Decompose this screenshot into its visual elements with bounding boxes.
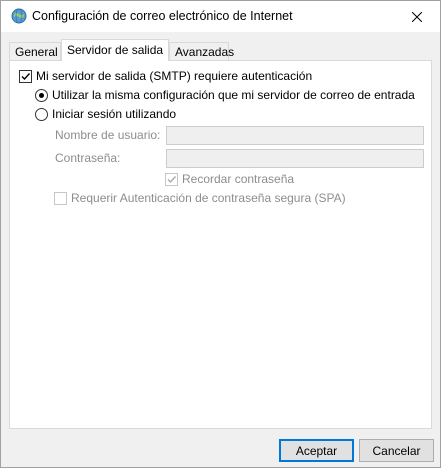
login-using-row[interactable]: Iniciar sesión utilizando	[35, 107, 176, 121]
window-title: Configuración de correo electrónico de I…	[32, 9, 293, 23]
spa-checkbox[interactable]	[54, 191, 67, 205]
title-bar: Configuración de correo electrónico de I…	[1, 1, 440, 32]
remember-password-row[interactable]: Recordar contraseña	[165, 172, 294, 186]
smtp-auth-checkbox[interactable]	[19, 69, 32, 83]
username-field[interactable]	[166, 126, 424, 145]
close-button[interactable]	[394, 1, 440, 32]
spa-label: Requerir Autenticación de contraseña seg…	[71, 191, 346, 205]
dialog-window: Configuración de correo electrónico de I…	[0, 0, 441, 468]
password-label: Contraseña:	[55, 151, 121, 165]
password-field[interactable]	[166, 149, 424, 168]
tab-advanced[interactable]: Avanzadas	[169, 42, 234, 60]
spa-row[interactable]: Requerir Autenticación de contraseña seg…	[54, 191, 346, 205]
accept-button[interactable]: Aceptar	[279, 439, 354, 462]
login-using-radio[interactable]	[35, 107, 48, 121]
smtp-auth-label: Mi servidor de salida (SMTP) requiere au…	[36, 69, 313, 83]
tab-panel: Mi servidor de salida (SMTP) requiere au…	[9, 60, 432, 429]
close-icon	[412, 11, 422, 22]
globe-mail-icon	[11, 8, 27, 24]
remember-password-checkbox[interactable]	[165, 172, 178, 186]
remember-password-label: Recordar contraseña	[182, 172, 295, 186]
same-settings-row[interactable]: Utilizar la misma configuración que mi s…	[35, 88, 415, 102]
login-using-label: Iniciar sesión utilizando	[52, 107, 177, 121]
same-settings-label: Utilizar la misma configuración que mi s…	[52, 88, 415, 102]
tab-general[interactable]: General	[9, 42, 61, 60]
tab-outgoing-server[interactable]: Servidor de salida	[61, 39, 169, 61]
same-settings-radio[interactable]	[35, 88, 48, 102]
checkmark-icon	[167, 175, 177, 183]
username-label: Nombre de usuario:	[55, 128, 161, 142]
cancel-button[interactable]: Cancelar	[359, 439, 434, 462]
smtp-auth-row[interactable]: Mi servidor de salida (SMTP) requiere au…	[19, 69, 312, 83]
checkmark-icon	[21, 72, 31, 80]
